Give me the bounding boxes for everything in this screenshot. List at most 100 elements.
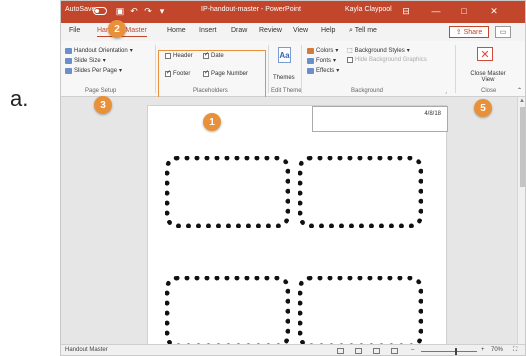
hide-background-graphics-checkbox[interactable]: Hide Background Graphics — [347, 57, 427, 63]
tab-help[interactable]: Help — [321, 27, 335, 34]
normal-view-icon[interactable] — [337, 348, 344, 354]
background-group-label: Background — [351, 88, 384, 94]
slide-placeholder[interactable] — [298, 276, 423, 348]
effects-icon — [307, 67, 314, 74]
colors-label: Colors — [316, 47, 334, 54]
tab-home[interactable]: Home — [167, 27, 186, 34]
collapse-ribbon-icon[interactable]: ⌃ — [517, 87, 522, 94]
comment-icon: ▭ — [499, 29, 507, 36]
slide-workspace: 4/8/18 ▲ — [61, 97, 525, 355]
callout-badge-2: 2 — [108, 20, 126, 38]
callout-badge-5: 5 — [474, 99, 492, 117]
slide-placeholder[interactable] — [165, 156, 290, 228]
zoom-level[interactable]: 70% — [491, 347, 503, 353]
tab-review[interactable]: Review — [259, 27, 282, 34]
autosave-toggle[interactable] — [93, 7, 107, 15]
effects-label: Effects — [316, 67, 335, 74]
zoom-in-icon[interactable]: + — [481, 347, 485, 353]
group-separator — [155, 45, 156, 93]
fit-slide-icon[interactable]: ⛶ — [513, 347, 517, 354]
hide-background-check — [347, 57, 353, 63]
group-separator — [301, 45, 302, 93]
zoom-slider-thumb[interactable] — [455, 348, 457, 355]
edit-theme-group-label: Edit Theme — [271, 88, 302, 94]
slides-per-page-button[interactable]: Slides Per Page ▾ — [65, 67, 122, 74]
background-styles-icon: ⬚ — [347, 48, 353, 54]
themes-icon[interactable]: Aa — [278, 47, 291, 63]
restore-icon[interactable]: □ — [459, 6, 469, 16]
screenshot-root: a. AutoSave ▣ ↶ ↷ ▾ IP-handout-master - … — [0, 0, 526, 356]
zoom-out-icon[interactable]: – — [411, 347, 414, 353]
tab-view[interactable]: View — [293, 27, 308, 34]
fonts-label: Fonts — [316, 57, 332, 64]
slide-size-button[interactable]: Slide Size ▾ — [65, 57, 106, 64]
slides-per-page-icon — [65, 67, 72, 74]
scroll-thumb[interactable] — [520, 107, 525, 187]
page-setup-group-label: Page Setup — [85, 88, 117, 94]
date-placeholder[interactable]: 4/8/18 — [312, 106, 448, 132]
save-icon[interactable]: ▣ — [115, 6, 125, 16]
status-mode: Handout Master — [65, 347, 108, 353]
tab-insert[interactable]: Insert — [199, 27, 217, 34]
slide-size-icon — [65, 57, 72, 64]
share-label: Share — [463, 28, 483, 36]
close-master-view-icon[interactable]: ✕ — [477, 47, 493, 61]
tab-draw[interactable]: Draw — [231, 27, 247, 34]
date-text: 4/8/18 — [424, 111, 441, 117]
powerpoint-window: AutoSave ▣ ↶ ↷ ▾ IP-handout-master - Pow… — [60, 0, 526, 356]
minimize-icon[interactable]: — — [431, 6, 441, 16]
chevron-down-icon: ▾ — [336, 68, 340, 74]
chevron-down-icon: ▾ — [335, 48, 339, 54]
slide-size-label: Slide Size — [74, 57, 101, 64]
close-group-label: Close — [481, 88, 497, 94]
themes-label[interactable]: Themes — [273, 75, 295, 81]
undo-icon[interactable]: ↶ — [129, 6, 139, 16]
group-separator — [268, 45, 269, 93]
redo-icon[interactable]: ↷ — [143, 6, 153, 16]
slide-placeholder[interactable] — [165, 276, 290, 348]
vertical-scrollbar[interactable]: ▲ — [517, 97, 525, 344]
customize-icon[interactable]: ▾ — [157, 6, 167, 16]
handout-orientation-button[interactable]: Handout Orientation ▾ — [65, 47, 133, 54]
callout-badge-1: 1 — [203, 113, 221, 131]
ribbon: Handout Orientation ▾ Slide Size ▾ Slide… — [61, 41, 525, 97]
fonts-icon — [307, 57, 314, 64]
reading-view-icon[interactable] — [373, 348, 380, 354]
autosave-label: AutoSave — [65, 6, 96, 13]
background-styles-button[interactable]: ⬚ Background Styles ▾ — [347, 47, 410, 55]
figure-label: a. — [10, 86, 29, 111]
effects-button[interactable]: Effects ▾ — [307, 67, 339, 74]
title-bar: AutoSave ▣ ↶ ↷ ▾ IP-handout-master - Pow… — [61, 1, 525, 23]
slide-placeholder[interactable] — [298, 156, 423, 228]
slides-per-page-label: Slides Per Page — [74, 67, 118, 74]
chevron-down-icon: ▾ — [102, 58, 106, 64]
orientation-icon — [65, 47, 72, 54]
dialog-launcher-icon[interactable]: ⌟ — [445, 89, 447, 95]
fonts-button[interactable]: Fonts ▾ — [307, 57, 336, 64]
group-separator — [455, 45, 456, 93]
comments-button[interactable]: ▭ — [495, 26, 511, 38]
zoom-slider[interactable] — [421, 351, 477, 352]
colors-icon — [307, 47, 314, 54]
chevron-down-icon: ▾ — [119, 68, 123, 74]
placeholders-highlight — [158, 50, 266, 102]
user-name[interactable]: Kayla Claypool — [345, 6, 392, 13]
tell-me-search[interactable]: ⌕ Tell me — [349, 27, 377, 35]
share-icon: ⇪ — [455, 29, 462, 36]
ribbon-tabs: File Handout Master Home Insert Draw Rev… — [61, 23, 525, 41]
slide-sorter-icon[interactable] — [355, 348, 362, 354]
chevron-down-icon: ▾ — [129, 48, 133, 54]
document-title: IP-handout-master - PowerPoint — [201, 6, 301, 13]
close-icon[interactable]: ✕ — [489, 6, 499, 16]
chevron-down-icon: ▾ — [333, 58, 337, 64]
ribbon-display-icon[interactable]: ⊟ — [401, 6, 411, 16]
scroll-up-icon[interactable]: ▲ — [519, 98, 525, 104]
colors-button[interactable]: Colors ▾ — [307, 47, 338, 54]
slide-show-icon[interactable] — [391, 348, 398, 354]
tell-me-label: Tell me — [354, 27, 377, 34]
status-bar: Handout Master – + 70% ⛶ — [61, 344, 525, 355]
share-button[interactable]: ⇪ Share — [449, 26, 489, 38]
tab-file[interactable]: File — [69, 27, 80, 34]
background-styles-label: Background Styles — [354, 47, 405, 54]
handout-master-page[interactable]: 4/8/18 — [147, 105, 448, 355]
